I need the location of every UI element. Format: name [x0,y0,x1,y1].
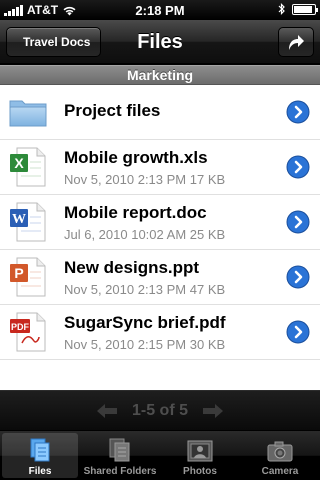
word-file-icon: W [10,202,46,242]
files-tab-icon [30,438,50,462]
share-arrow-icon [289,35,304,50]
item-meta: Nov 5, 2010 2:13 PM 47 KB [64,282,226,297]
battery-icon [292,3,318,15]
list-item[interactable]: X Mobile growth.xls Nov 5, 2010 2:13 PM … [0,140,320,195]
status-right [278,3,318,15]
shared-folders-tab-icon [109,438,130,462]
item-meta: Nov 5, 2010 2:15 PM 30 KB [64,337,226,352]
tab-shared-folders[interactable]: Shared Folders [82,433,158,478]
svg-text:P: P [14,265,23,281]
item-meta: Nov 5, 2010 2:13 PM 17 KB [64,172,226,187]
disclosure-button-icon[interactable] [286,100,310,124]
back-button[interactable]: Travel Docs [6,27,102,57]
tab-label: Camera [261,466,299,477]
file-list: Project files X Mobile growth.xls Nov 5,… [0,85,320,390]
svg-text:X: X [14,155,24,171]
page-count: 1-5 of 5 [131,401,188,419]
status-bar: AT&T 2:18 PM [0,0,320,20]
tab-bar: Files Shared Folders Photos Camera [0,431,320,480]
navigation-bar: Files Travel Docs [0,20,320,64]
list-item[interactable]: P New designs.ppt Nov 5, 2010 2:13 PM 47… [0,250,320,305]
disclosure-button-icon[interactable] [286,155,310,179]
tab-camera[interactable]: Camera [242,433,318,478]
item-name: Mobile report.doc [64,203,207,222]
item-name: Mobile growth.xls [64,148,208,167]
tab-label: Files [28,466,52,477]
disclosure-button-icon[interactable] [286,210,310,234]
list-item[interactable]: Project files [0,85,320,140]
tab-photos[interactable]: Photos [162,433,238,478]
next-page-arrow-icon[interactable] [202,403,224,419]
svg-text:PDF: PDF [11,322,30,332]
disclosure-button-icon[interactable] [286,265,310,289]
list-item[interactable]: W Mobile report.doc Jul 6, 2010 10:02 AM… [0,195,320,250]
excel-file-icon: X [10,147,46,187]
tab-label: Shared Folders [83,466,157,477]
battery-fill [294,5,312,13]
share-button[interactable] [278,27,314,57]
svg-text:W: W [12,212,26,227]
list-item[interactable]: PDF SugarSync brief.pdf Nov 5, 2010 2:15… [0,305,320,360]
pdf-file-icon: PDF [10,312,46,352]
powerpoint-file-icon: P [10,257,46,297]
camera-tab-icon [267,441,293,462]
photos-tab-icon [187,440,213,462]
folder-icon [9,100,47,127]
item-meta: Jul 6, 2010 10:02 AM 25 KB [64,227,226,242]
status-time: 2:18 PM [135,3,185,18]
item-name: New designs.ppt [64,258,200,277]
section-header: Marketing [0,65,320,85]
item-name: Project files [64,101,161,120]
tab-files[interactable]: Files [2,433,78,478]
disclosure-button-icon[interactable] [286,320,310,344]
tab-label: Photos [183,466,217,477]
pager: 1-5 of 5 [0,390,320,430]
bluetooth-icon [278,3,285,15]
item-name: SugarSync brief.pdf [64,313,226,332]
previous-page-arrow-icon[interactable] [96,403,118,419]
